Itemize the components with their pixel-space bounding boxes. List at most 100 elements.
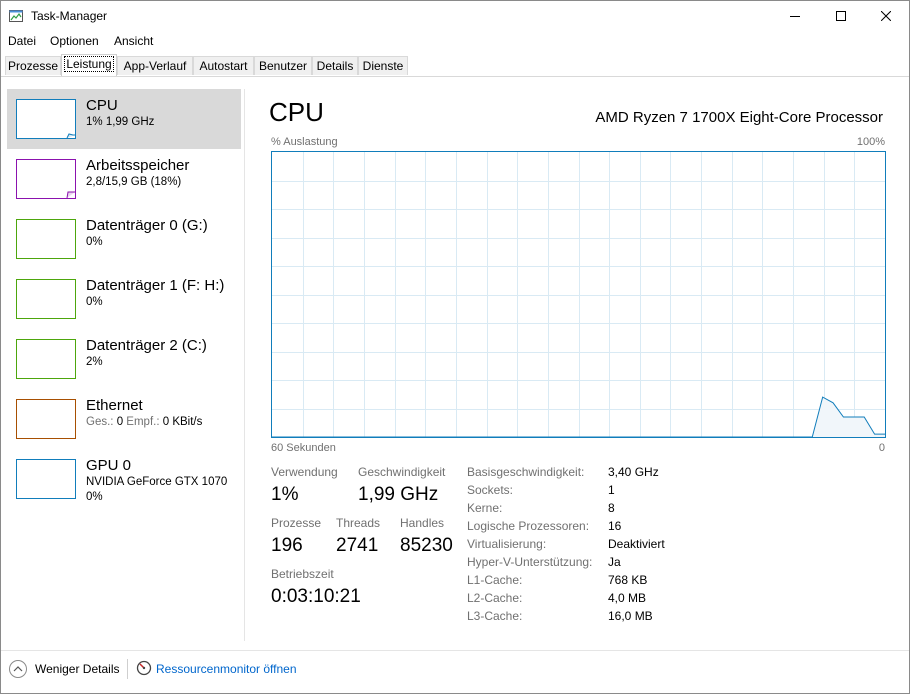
sidebar-item-title: Ethernet [86, 397, 143, 414]
sidebar-item-arbeitsspeicher[interactable]: Arbeitsspeicher 2,8/15,9 GB (18%) [7, 149, 241, 209]
sidebar-item-title: GPU 0 [86, 457, 132, 474]
handles-label: Handles [400, 516, 445, 530]
sidebar-item-subtitle: 2,8/15,9 GB (18%) [86, 176, 182, 188]
spec-value: Deaktiviert [608, 537, 665, 551]
footer: Weniger Details Ressourcenmonitor öffnen [1, 651, 909, 693]
maximize-icon [836, 11, 846, 21]
spec-label: Hyper-V-Unterstützung: [467, 555, 593, 569]
speed-value: 1,99 GHz [358, 484, 439, 505]
send-label: Ges.: [86, 416, 114, 428]
page-title: CPU [269, 97, 324, 127]
resource-sidebar: CPU 1% 1,99 GHz Arbeitsspeicher 2,8/15,9… [1, 77, 243, 643]
tab-bar: Prozesse Leistung App-Verlauf Autostart … [1, 53, 909, 77]
tab-benutzer[interactable]: Benutzer [254, 56, 312, 75]
sidebar-item-gpu-0[interactable]: GPU 0 NVIDIA GeForce GTX 1070 0% [7, 449, 241, 509]
sidebar-item-title: Datenträger 0 (G:) [86, 217, 208, 234]
sidebar-item-datentraeger-2[interactable]: Datenträger 2 (C:) 2% [7, 329, 241, 389]
cpu-usage-plot [272, 152, 885, 438]
minimize-button[interactable] [772, 1, 818, 32]
tab-app-verlauf[interactable]: App-Verlauf [117, 56, 193, 75]
usage-label: Verwendung [271, 465, 338, 479]
tab-autostart[interactable]: Autostart [193, 56, 254, 75]
spec-label: Logische Prozessoren: [467, 519, 590, 533]
spec-value: 1 [608, 483, 615, 497]
tab-label: Prozesse [7, 59, 59, 73]
maximize-button[interactable] [818, 1, 864, 32]
window-title: Task-Manager [31, 9, 108, 23]
close-button[interactable] [863, 1, 909, 32]
spec-label: L1-Cache: [467, 573, 523, 587]
spec-value: 8 [608, 501, 615, 515]
disk-thumbnail-graph [16, 279, 76, 319]
disk-thumbnail-graph [16, 219, 76, 259]
graph-x-label: 60 Sekunden [271, 442, 336, 454]
cpu-model-name: AMD Ryzen 7 1700X Eight-Core Processor [595, 109, 883, 126]
sidebar-item-subtitle: Ges.: 0 Empf.: 0 KBit/s [86, 416, 202, 428]
threads-value: 2741 [336, 535, 379, 556]
sidebar-item-ethernet[interactable]: Ethernet Ges.: 0 Empf.: 0 KBit/s [7, 389, 241, 449]
sidebar-item-datentraeger-1[interactable]: Datenträger 1 (F: H:) 0% [7, 269, 241, 329]
sidebar-item-datentraeger-0[interactable]: Datenträger 0 (G:) 0% [7, 209, 241, 269]
threads-label: Threads [336, 516, 381, 530]
tab-label: Leistung [64, 56, 114, 72]
sidebar-item-subtitle: 0% [86, 236, 103, 248]
cpu-mini-graph [66, 133, 75, 139]
tab-prozesse[interactable]: Prozesse [5, 56, 61, 75]
memory-mini-graph [66, 191, 75, 199]
spec-label: Kerne: [467, 501, 503, 515]
task-manager-icon [9, 10, 23, 22]
resource-monitor-icon [136, 660, 152, 676]
open-resource-monitor-link[interactable]: Ressourcenmonitor öffnen [156, 662, 297, 676]
task-manager-window: Task-Manager Datei Optionen Ansicht Proz… [0, 0, 910, 694]
menu-datei[interactable]: Datei [8, 34, 36, 48]
sidebar-divider [244, 89, 245, 641]
sidebar-item-subtitle: NVIDIA GeForce GTX 1070 [86, 476, 228, 488]
tab-details[interactable]: Details [312, 56, 358, 75]
spec-value: 3,40 GHz [608, 465, 659, 479]
sidebar-item-subtitle: 1% 1,99 GHz [86, 116, 155, 128]
tab-label: Dienste [362, 59, 404, 73]
spec-value: 768 KB [608, 573, 648, 587]
sidebar-item-cpu[interactable]: CPU 1% 1,99 GHz [7, 89, 241, 149]
spec-label: Basisgeschwindigkeit: [467, 465, 585, 479]
uptime-value: 0:03:10:21 [271, 586, 361, 607]
processes-label: Prozesse [271, 516, 322, 530]
spec-value: 16 [608, 519, 622, 533]
receive-label: Empf.: [126, 416, 160, 428]
fewer-details-toggle[interactable] [9, 660, 27, 678]
menu-optionen[interactable]: Optionen [50, 34, 99, 48]
gpu-thumbnail-graph [16, 459, 76, 499]
tab-label: Benutzer [258, 59, 308, 73]
sidebar-item-subtitle-2: 0% [86, 491, 103, 503]
sidebar-item-title: Datenträger 1 (F: H:) [86, 277, 225, 294]
tab-label: App-Verlauf [123, 59, 187, 73]
spec-label: L3-Cache: [467, 609, 523, 623]
processes-value: 196 [271, 535, 303, 556]
spec-label: Virtualisierung: [467, 537, 547, 551]
tab-label: Details [316, 59, 354, 73]
menu-bar: Datei Optionen Ansicht [1, 32, 909, 51]
disk-thumbnail-graph [16, 339, 76, 379]
sidebar-item-subtitle: 0% [86, 296, 103, 308]
receive-value: 0 KBit/s [162, 416, 203, 428]
spec-value: 16,0 MB [608, 609, 653, 623]
sidebar-item-title: CPU [86, 97, 118, 114]
title-bar[interactable]: Task-Manager [1, 1, 909, 32]
menu-ansicht[interactable]: Ansicht [114, 34, 153, 48]
minimize-icon [790, 16, 800, 17]
spec-value: 4,0 MB [608, 591, 647, 605]
graph-y-label: % Auslastung [271, 136, 338, 148]
close-icon [881, 11, 891, 21]
tab-leistung[interactable]: Leistung [61, 54, 117, 76]
graph-x-min-label: 0 [878, 442, 885, 454]
memory-thumbnail-graph [16, 159, 76, 199]
spec-label: Sockets: [467, 483, 514, 497]
fewer-details-button[interactable]: Weniger Details [35, 662, 119, 676]
sidebar-item-title: Arbeitsspeicher [86, 157, 190, 174]
graph-y-max-label: 100% [856, 136, 885, 148]
chevron-up-icon [13, 666, 23, 672]
handles-value: 85230 [400, 535, 453, 556]
tab-dienste[interactable]: Dienste [358, 56, 408, 75]
speed-label: Geschwindigkeit [358, 465, 446, 479]
spec-value: Ja [608, 555, 621, 569]
